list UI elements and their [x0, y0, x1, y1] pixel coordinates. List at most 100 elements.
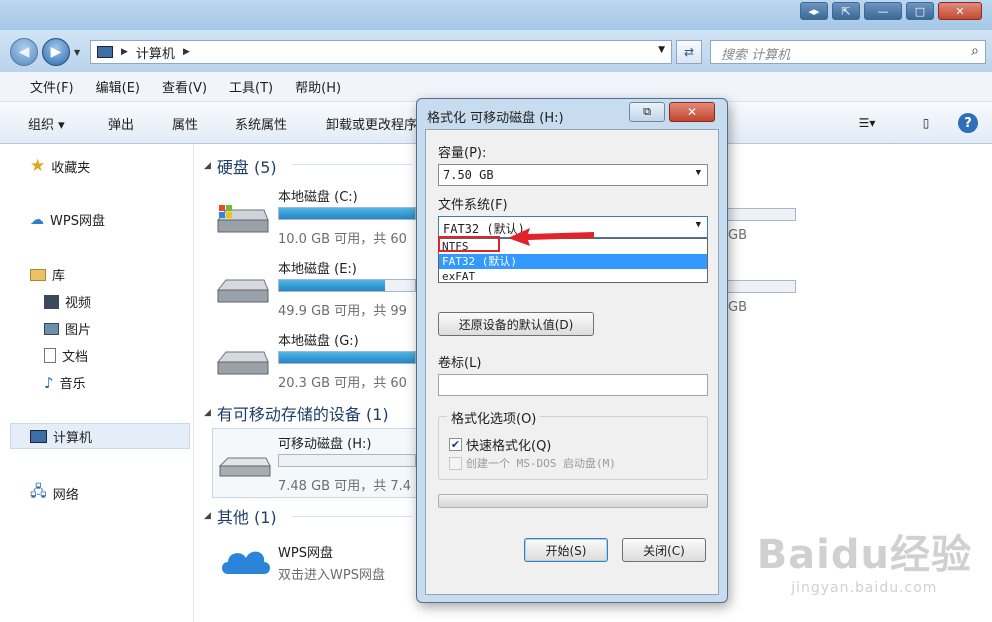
menu-help[interactable]: 帮助(H) — [295, 77, 341, 96]
sidebar-item-label: 音乐 — [59, 377, 86, 392]
close-button[interactable]: 关闭(C) — [622, 538, 706, 562]
breadcrumb-computer[interactable]: 计算机 — [136, 43, 175, 62]
collapse-icon: ◢ — [204, 161, 211, 171]
cloud-icon — [222, 551, 270, 574]
restore-window-button[interactable]: ⇱ — [832, 2, 860, 20]
address-dropdown-icon[interactable]: ▼ — [658, 45, 665, 55]
volume-label-label: 卷标(L) — [438, 356, 482, 371]
sidebar-item-wps-cloud[interactable]: ☁ WPS网盘 — [30, 210, 105, 230]
drive-usage-bar — [278, 351, 416, 364]
baidu-watermark: Baidu经验 jingyan.baidu.com — [757, 522, 972, 596]
sidebar-item-label: 文档 — [62, 350, 89, 365]
red-arrow-annotation — [508, 228, 594, 246]
dialog-title: 格式化 可移动磁盘 (H:) — [427, 111, 564, 126]
search-placeholder: 搜索 计算机 — [721, 48, 791, 63]
drive-free-space: 20.3 GB 可用，共 60 — [278, 376, 407, 391]
filesystem-label: 文件系统(F) — [438, 198, 508, 213]
drive-name: 本地磁盘 (E:) — [278, 262, 357, 277]
arrow-left-icon: ◀ — [18, 44, 30, 60]
msdos-label: 创建一个 MS-DOS 启动盘(M) — [466, 457, 616, 470]
breadcrumb-separator-icon[interactable]: ▶ — [183, 47, 190, 57]
dialog-restore-button[interactable]: ⧉ — [629, 102, 665, 122]
view-options-icon[interactable]: ☰▾ — [852, 112, 882, 134]
hard-drive-windows-icon — [216, 205, 269, 233]
menu-edit[interactable]: 编辑(E) — [96, 77, 140, 96]
chevron-down-icon: ▼ — [695, 168, 701, 178]
sidebar-item-pictures[interactable]: 图片 — [44, 319, 91, 338]
refresh-button[interactable]: ⇄ — [676, 40, 702, 64]
history-dropdown-icon[interactable]: ▼ — [74, 48, 80, 57]
sidebar-item-label: 图片 — [65, 323, 92, 338]
sidebar-item-label: 收藏夹 — [51, 160, 91, 176]
close-window-button[interactable]: ✕ — [938, 2, 982, 20]
breadcrumb-separator-icon[interactable]: ▶ — [121, 47, 128, 57]
maximize-button[interactable]: □ — [906, 2, 934, 20]
wps-cloud-description: 双击进入WPS网盘 — [278, 568, 385, 583]
dialog-body: 容量(P): 7.50 GB ▼ 文件系统(F) FAT32 (默认) ▼ NT… — [425, 129, 719, 595]
group-title: 硬盘 (5) — [216, 158, 277, 177]
drive-usage-fill — [279, 208, 415, 219]
drive-name: 本地磁盘 (C:) — [278, 190, 358, 205]
drive-usage-fill — [279, 280, 386, 291]
quick-format-label: 快速格式化(Q) — [466, 439, 552, 454]
caption-buttons: ◂▸ ⇱ — □ ✕ — [800, 2, 982, 20]
menu-tools[interactable]: 工具(T) — [229, 77, 273, 96]
sidebar-item-documents[interactable]: 文档 — [44, 346, 88, 365]
sidebar-item-music[interactable]: ♪ 音乐 — [44, 373, 86, 393]
sidebar-item-label: 计算机 — [53, 431, 93, 446]
drive-usage-bar — [278, 207, 416, 220]
sidebar-item-label: 视频 — [65, 296, 92, 311]
filesystem-option-exfat[interactable]: exFAT — [439, 269, 707, 284]
properties-button[interactable]: 属性 — [172, 114, 198, 133]
drive-name: 可移动磁盘 (H:) — [278, 437, 372, 452]
drive-usage-bar — [726, 280, 796, 293]
eject-button[interactable]: 弹出 — [108, 114, 134, 133]
quick-format-checkbox[interactable]: ✔ 快速格式化(Q) — [449, 435, 551, 454]
capacity-select[interactable]: 7.50 GB ▼ — [438, 164, 708, 186]
restore-icon: ⧉ — [643, 105, 651, 118]
menu-view[interactable]: 查看(V) — [162, 77, 207, 96]
checkbox-empty-icon — [449, 456, 462, 470]
forward-button[interactable]: ▶ — [42, 38, 70, 66]
checkmark-icon: ✔ — [449, 438, 462, 451]
menu-file[interactable]: 文件(F) — [30, 77, 74, 96]
filesystem-option-fat32[interactable]: FAT32 (默认) — [439, 254, 707, 269]
sidebar-item-label: 网络 — [52, 488, 79, 503]
group-header-removable[interactable]: ◢ 有可移动存储的设备 (1) — [204, 401, 389, 425]
uninstall-button[interactable]: 卸载或更改程序 — [326, 114, 417, 133]
collapse-icon: ◢ — [204, 511, 211, 521]
snap-button[interactable]: ◂▸ — [800, 2, 828, 20]
sidebar-item-label: WPS网盘 — [50, 214, 105, 229]
sidebar-item-videos[interactable]: 视频 — [44, 292, 91, 311]
picture-icon — [44, 322, 59, 335]
group-header-other[interactable]: ◢ 其他 (1) — [204, 504, 277, 528]
sidebar-item-libraries[interactable]: 库 — [30, 265, 65, 284]
watermark-logo: Baidu经验 — [756, 532, 972, 578]
document-icon — [44, 348, 56, 363]
capacity-value: 7.50 GB — [443, 168, 494, 182]
minimize-button[interactable]: — — [864, 2, 902, 20]
computer-icon — [97, 46, 113, 58]
volume-label-input[interactable] — [438, 374, 708, 396]
drive-usage-fill — [279, 352, 415, 363]
search-input[interactable]: 搜索 计算机 ⌕ — [710, 40, 986, 64]
group-title: 有可移动存储的设备 (1) — [216, 405, 389, 424]
restore-defaults-button[interactable]: 还原设备的默认值(D) — [438, 312, 594, 336]
dialog-close-button[interactable]: ✕ — [669, 102, 715, 122]
cloud-icon: ☁ — [30, 211, 44, 228]
start-button[interactable]: 开始(S) — [524, 538, 608, 562]
sidebar-item-network[interactable]: 🖧 网络 — [30, 481, 79, 506]
group-header-hard-disks[interactable]: ◢ 硬盘 (5) — [204, 154, 277, 178]
msdos-checkbox[interactable]: 创建一个 MS-DOS 启动盘(M) — [449, 455, 616, 471]
network-icon: 🖧 — [30, 482, 47, 500]
computer-icon — [30, 430, 47, 443]
sidebar-item-computer[interactable]: 计算机 — [30, 427, 92, 446]
help-icon[interactable]: ? — [958, 113, 978, 133]
system-properties-button[interactable]: 系统属性 — [235, 114, 287, 133]
preview-pane-icon[interactable]: ▯ — [916, 112, 936, 134]
sidebar-item-favorites[interactable]: ★ 收藏夹 — [30, 156, 90, 176]
organize-button[interactable]: 组织 ▾ — [28, 114, 65, 133]
hard-drive-icon — [216, 279, 269, 303]
address-field[interactable]: ▶ 计算机 ▶ ▼ — [90, 40, 672, 64]
back-button[interactable]: ◀ — [10, 38, 38, 66]
